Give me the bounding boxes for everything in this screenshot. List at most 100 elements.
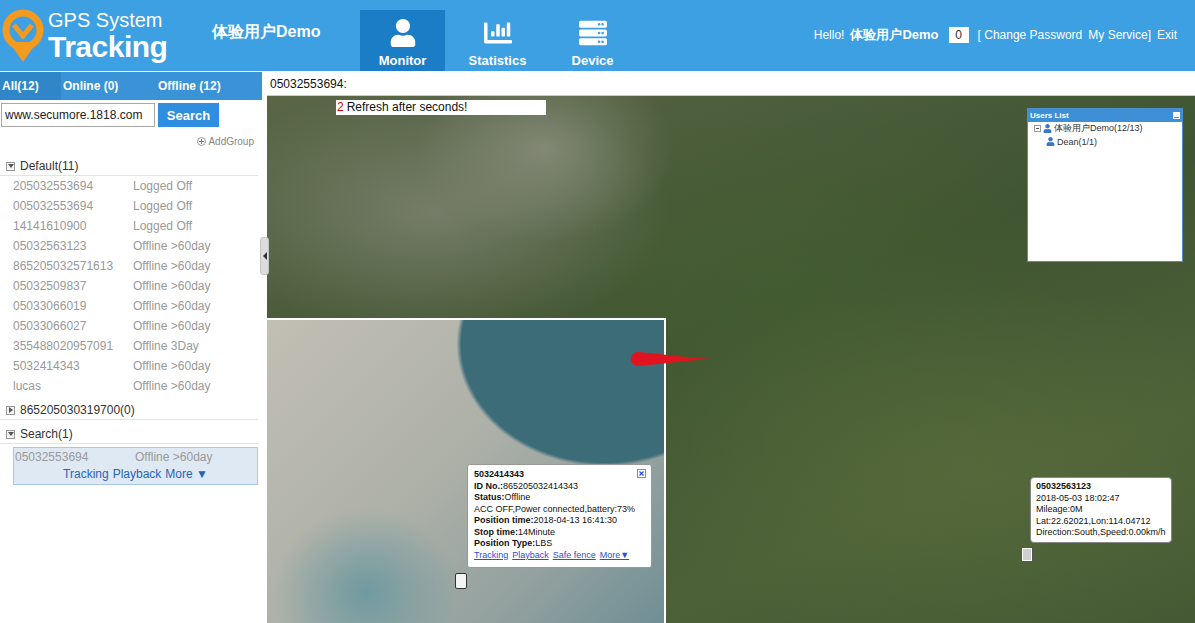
popup-field: Stop time:14Minute — [474, 527, 643, 539]
device-name: 205032553694 — [13, 179, 133, 193]
device-group: Default(11)205032553694Logged Off0050325… — [0, 157, 267, 396]
group-header[interactable]: Search(1) — [0, 425, 258, 444]
user-name: 体验用户Demo — [850, 26, 938, 44]
device-row[interactable]: 05032509837Offline >60day — [0, 276, 267, 296]
popup-title: 5032414343 — [474, 469, 643, 481]
device-action-link[interactable]: More ▼ — [165, 467, 208, 481]
add-group-button[interactable]: AddGroup — [0, 127, 267, 155]
field-label: Stop time: — [474, 527, 518, 537]
expand-toggle-icon — [6, 430, 15, 439]
refresh-text: Refresh after seconds! — [347, 100, 468, 115]
tree-toggle-icon[interactable] — [1034, 125, 1041, 132]
refresh-notice: 2Refresh after seconds! — [336, 100, 546, 115]
device-action-link[interactable]: Tracking — [63, 467, 109, 481]
device-row[interactable]: 05033066019Offline >60day — [0, 296, 267, 316]
nav-tab[interactable]: Device — [550, 10, 635, 71]
device-row[interactable]: 14141610900Logged Off — [0, 216, 267, 236]
main-nav: MonitorStatisticsDevice — [360, 0, 635, 71]
tree-label: Dean(1/1) — [1057, 137, 1097, 147]
device-popup: 5032414343ID No.:865205032414343Status:O… — [467, 464, 652, 568]
nav-tab[interactable]: Statistics — [455, 10, 540, 71]
device-row[interactable]: 05033066027Offline >60day — [0, 316, 267, 336]
device-tooltip: 050325631232018-05-03 18:02:47Mileage:0M… — [1030, 477, 1172, 543]
tree-label: 体验用户Demo(12/13) — [1054, 122, 1143, 135]
device-status: Offline >60day — [133, 279, 267, 293]
group-name: 865205030319700(0) — [20, 403, 135, 417]
popup-link[interactable]: More▼ — [600, 550, 629, 562]
device-status: Logged Off — [133, 199, 267, 213]
device-info: 05032553694Offline >60day — [14, 448, 257, 466]
device-row[interactable]: 5032414343Offline >60day — [0, 356, 267, 376]
content: All(12)Online (0)Offline (12) Search AddGr… — [0, 71, 1195, 623]
sidebar: All(12)Online (0)Offline (12) Search AddGr… — [0, 72, 267, 623]
popup-link[interactable]: Safe fence — [553, 550, 596, 562]
search-row: Search — [0, 100, 267, 127]
field-value: ACC OFF,Power connected,battery:73% — [474, 504, 635, 514]
logo-line1: GPS System — [48, 9, 167, 31]
device-name: 05033066027 — [13, 319, 133, 333]
filter-tabs: All(12)Online (0)Offline (12) — [0, 72, 262, 100]
filter-tab[interactable]: Offline (12) — [156, 72, 262, 100]
device-row[interactable]: 005032553694Logged Off — [0, 196, 267, 216]
device-pin-icon[interactable] — [455, 573, 467, 589]
popup-field: ACC OFF,Power connected,battery:73% — [474, 504, 643, 516]
group-name: Search(1) — [20, 427, 73, 441]
close-icon[interactable] — [637, 469, 646, 478]
field-value: Offline — [505, 492, 531, 502]
header-link[interactable]: Exit — [1157, 28, 1177, 42]
device-status: Offline >60day — [133, 359, 267, 373]
account-name: 体验用户Demo — [212, 0, 360, 71]
device-name: 005032553694 — [13, 199, 133, 213]
device-row[interactable]: 205032553694Logged Off — [0, 176, 267, 196]
filter-tab[interactable]: All(12) — [0, 72, 61, 100]
filter-tab[interactable]: Online (0) — [61, 72, 156, 100]
gps-tracking-page: GPS SystemTracking体验用户DemoMonitorStatist… — [0, 0, 1195, 623]
field-value: 2018-04-13 16:41:30 — [534, 515, 618, 525]
vehicle-marker-icon[interactable] — [1022, 548, 1032, 561]
sidebar-collapse-handle[interactable] — [260, 237, 269, 275]
device-name: 05032509837 — [13, 279, 133, 293]
popup-links: Tracking Playback Safe fence More▼ — [474, 550, 643, 562]
logo-pin-icon — [1, 8, 45, 64]
field-value: 865205032414343 — [503, 481, 578, 491]
satellite-map[interactable]: 2Refresh after seconds!Users List体验用户Dem… — [267, 96, 1195, 623]
field-label: Position Type: — [474, 538, 535, 548]
device-row[interactable]: 865205032571613Offline >60day — [0, 256, 267, 276]
search-button[interactable]: Search — [158, 103, 219, 127]
device-row[interactable]: 05032563123Offline >60day — [0, 236, 267, 256]
tooltip-line: Mileage:0M — [1036, 504, 1166, 516]
message-count[interactable]: 0 — [949, 27, 969, 43]
popup-link[interactable]: Tracking — [474, 550, 508, 562]
group-header[interactable]: Default(11) — [0, 157, 258, 176]
field-label: Position time: — [474, 515, 534, 525]
tree-node[interactable]: Dean(1/1) — [1028, 135, 1182, 148]
popup-field: Status:Offline — [474, 492, 643, 504]
device-row[interactable]: lucasOffline >60day — [0, 376, 267, 396]
device-server-icon — [579, 19, 607, 47]
monitor-user-icon — [389, 19, 417, 47]
popup-field: Position time:2018-04-13 16:41:30 — [474, 515, 643, 527]
device-row[interactable]: 355488020957091Offline 3Day — [0, 336, 267, 356]
add-group-label: AddGroup — [208, 136, 254, 147]
group-name: Default(11) — [20, 159, 78, 173]
selected-device-title: 05032553694: — [267, 72, 1195, 96]
expand-toggle-icon — [6, 162, 15, 171]
device-status: Offline >60day — [133, 379, 267, 393]
tree-node[interactable]: 体验用户Demo(12/13) — [1028, 122, 1182, 135]
device-name: 05032553694 — [15, 450, 135, 464]
users-list-panel: Users List体验用户Demo(12/13)Dean(1/1) — [1027, 108, 1183, 262]
minimize-icon[interactable] — [1173, 112, 1180, 119]
device-actions: Tracking PlaybackMore ▼ — [14, 466, 257, 484]
popup-link[interactable]: Playback — [512, 550, 549, 562]
device-action-link[interactable]: Playback — [113, 467, 162, 481]
logo-text: GPS SystemTracking — [48, 9, 167, 63]
direction-marker-icon[interactable] — [629, 350, 713, 368]
selected-device-row[interactable]: 05032553694Offline >60dayTracking Playbac… — [13, 447, 258, 485]
search-input[interactable] — [1, 103, 155, 127]
header-link[interactable]: My Service] — [1088, 28, 1151, 42]
group-header[interactable]: 865205030319700(0) — [0, 401, 258, 420]
field-label: ID No.: — [474, 481, 503, 491]
plus-icon — [197, 137, 206, 146]
nav-tab[interactable]: Monitor — [360, 10, 445, 71]
header-link[interactable]: [ Change Password — [978, 28, 1083, 42]
